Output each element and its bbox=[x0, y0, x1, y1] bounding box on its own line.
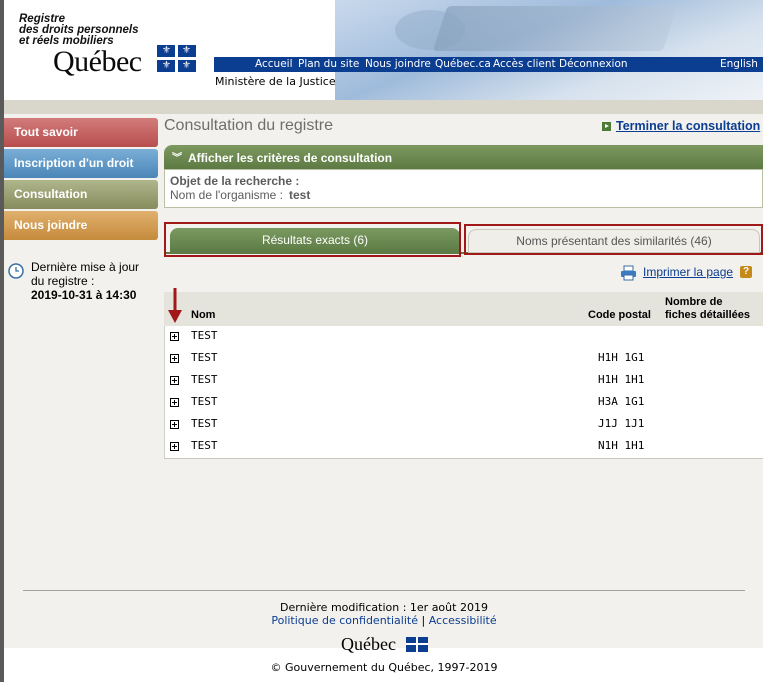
row-nom[interactable]: TEST bbox=[191, 329, 218, 342]
ministry-name: Ministère de la Justice bbox=[215, 75, 336, 88]
table-row: TEST J1J 1J1 bbox=[164, 414, 763, 436]
highlight-box-similar-names bbox=[464, 224, 763, 255]
arrow-right-icon bbox=[602, 122, 611, 131]
table-row: TEST N1H 1H1 bbox=[164, 436, 763, 458]
nav-accueil[interactable]: Accueil bbox=[255, 57, 293, 72]
sidebar-item-tout-savoir[interactable]: Tout savoir bbox=[4, 118, 158, 147]
nav-plan-du-site[interactable]: Plan du site bbox=[298, 57, 359, 72]
last-update-info: Dernière mise à jour du registre : 2019-… bbox=[31, 260, 146, 302]
table-row: TEST H3A 1G1 bbox=[164, 392, 763, 414]
row-code-postal: H1H 1G1 bbox=[598, 351, 645, 364]
table-row: TEST bbox=[164, 326, 763, 348]
column-header-nombre-line1: Nombre de bbox=[665, 296, 723, 308]
accessibility-link[interactable]: Accessibilité bbox=[429, 614, 497, 627]
header-separator-band bbox=[4, 100, 763, 114]
expand-plus-icon[interactable] bbox=[170, 398, 179, 407]
nav-quebec-ca[interactable]: Québec.ca bbox=[435, 57, 491, 72]
row-nom[interactable]: TEST bbox=[191, 351, 218, 364]
help-icon[interactable]: ? bbox=[740, 266, 752, 278]
footer-last-modified: Dernière modification : 1er août 2019 bbox=[280, 601, 488, 614]
annotation-arrow-down-icon bbox=[168, 288, 182, 323]
organization-name-row: Nom de l'organisme : test bbox=[170, 188, 310, 202]
column-header-nombre-line2: fiches détaillées bbox=[665, 309, 750, 321]
quebec-logo-text[interactable]: Québec bbox=[53, 45, 142, 79]
expand-plus-icon[interactable] bbox=[170, 442, 179, 451]
table-row: TEST H1H 1G1 bbox=[164, 348, 763, 370]
sidebar-item-inscription[interactable]: Inscription d'un droit bbox=[4, 149, 158, 178]
column-header-nom[interactable]: Nom bbox=[191, 309, 215, 321]
row-nom[interactable]: TEST bbox=[191, 439, 218, 452]
sidebar-item-nous-joindre[interactable]: Nous joindre bbox=[4, 211, 158, 240]
footer-links: Politique de confidentialité | Accessibi… bbox=[0, 614, 763, 627]
last-update-value: 2019-10-31 à 14:30 bbox=[31, 288, 137, 302]
row-code-postal: J1J 1J1 bbox=[598, 417, 645, 430]
quebec-flag-icon: ⚜ ⚜ ⚜ ⚜ bbox=[157, 45, 196, 72]
criteria-toggle[interactable]: ︾ Afficher les critères de consultation bbox=[164, 145, 763, 169]
footer-separator: | bbox=[421, 614, 426, 627]
footer-copyright: © Gouvernement du Québec, 1997-2019 bbox=[270, 661, 498, 674]
row-nom[interactable]: TEST bbox=[191, 417, 218, 430]
column-header-code-postal[interactable]: Code postal bbox=[588, 309, 651, 321]
organization-name-label: Nom de l'organisme : bbox=[170, 188, 284, 202]
row-code-postal: H3A 1G1 bbox=[598, 395, 645, 408]
footer-quebec-logo[interactable]: Québec bbox=[341, 634, 396, 655]
highlight-box-exact-results bbox=[164, 222, 461, 257]
search-object-label: Objet de la recherche : bbox=[170, 174, 300, 188]
row-nom[interactable]: TEST bbox=[191, 395, 218, 408]
nav-nous-joindre[interactable]: Nous joindre bbox=[365, 57, 431, 72]
nav-english[interactable]: English bbox=[720, 57, 758, 72]
registry-name: Registre des droits personnels et réels … bbox=[19, 13, 139, 47]
footer-quebec-flag-icon bbox=[406, 637, 428, 652]
privacy-link[interactable]: Politique de confidentialité bbox=[271, 614, 418, 627]
sidebar-item-consultation[interactable]: Consultation bbox=[4, 180, 158, 209]
row-nom[interactable]: TEST bbox=[191, 373, 218, 386]
top-navigation-bar: Accueil Plan du site Nous joindre Québec… bbox=[214, 57, 763, 72]
nav-acces-client[interactable]: Accès client bbox=[493, 57, 556, 72]
row-code-postal: N1H 1H1 bbox=[598, 439, 645, 452]
terminate-consultation-link[interactable]: Terminer la consultation bbox=[616, 119, 760, 133]
row-code-postal: H1H 1H1 bbox=[598, 373, 645, 386]
column-header-nombre-fiches[interactable]: Nombre de fiches détaillées bbox=[665, 296, 750, 322]
footer-divider bbox=[23, 590, 745, 591]
page-title: Consultation du registre bbox=[164, 117, 333, 134]
print-page-link[interactable]: Imprimer la page bbox=[643, 265, 733, 279]
expand-plus-icon[interactable] bbox=[170, 420, 179, 429]
last-update-label: Dernière mise à jour du registre : bbox=[31, 260, 140, 288]
expand-plus-icon[interactable] bbox=[170, 354, 179, 363]
chevron-double-down-icon: ︾ bbox=[172, 153, 182, 164]
criteria-toggle-label: Afficher les critères de consultation bbox=[188, 151, 393, 165]
table-row: TEST H1H 1H1 bbox=[164, 370, 763, 392]
expand-plus-icon[interactable] bbox=[170, 332, 179, 341]
clock-icon bbox=[8, 263, 24, 279]
organization-name-value: test bbox=[289, 188, 311, 202]
expand-plus-icon[interactable] bbox=[170, 376, 179, 385]
nav-deconnexion[interactable]: Déconnexion bbox=[559, 57, 628, 72]
header-banner-image bbox=[335, 0, 763, 100]
printer-icon[interactable] bbox=[620, 265, 637, 281]
